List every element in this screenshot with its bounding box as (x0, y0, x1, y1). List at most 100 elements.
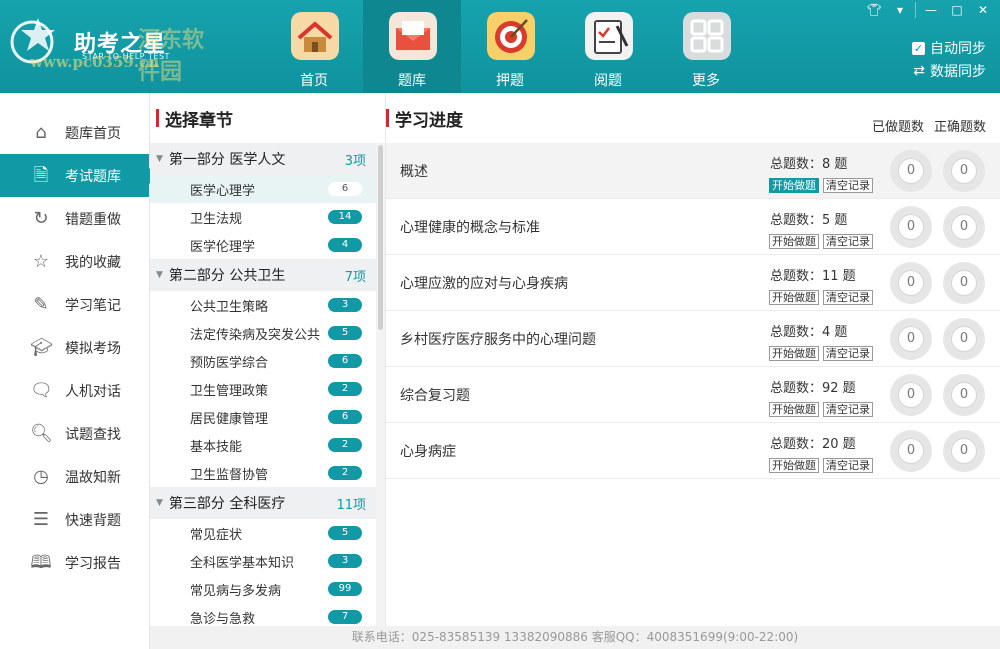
chapter-item[interactable]: 卫生法规 14 (150, 203, 376, 231)
chapter-list: ▼ 第一部分 医学人文 3项 医学心理学 6 卫生法规 14 医学伦理学 4 ▼ 第二部分 … (150, 143, 376, 626)
progress-column-headers: 已做题数 正确题数 (872, 116, 986, 135)
nav-home[interactable]: 首页 (265, 0, 363, 93)
start-practice-button[interactable]: 开始做题 (769, 234, 819, 249)
chapter-item[interactable]: 卫生监督协管 2 (150, 459, 376, 487)
chapter-item[interactable]: 公共卫生策略 3 (150, 291, 376, 319)
chapter-item-label: 急诊与急救 (190, 611, 256, 627)
chapter-item[interactable]: 法定传染病及突发公共 5 (150, 319, 376, 347)
total-questions: 总题数：11 题 (770, 269, 856, 284)
clock-icon: ◷ (33, 465, 49, 487)
total-questions: 总题数：20 题 (770, 437, 856, 452)
chapter-item-label: 医学伦理学 (190, 239, 256, 255)
count-badge: 99 (328, 582, 362, 596)
chapter-item-label: 常见病与多发病 (190, 583, 282, 599)
sidebar-item-label: 题库首页 (65, 125, 121, 142)
chapter-item-label: 预防医学综合 (190, 355, 269, 371)
maximize-icon[interactable]: □ (946, 2, 968, 18)
chapter-item[interactable]: 基本技能 2 (150, 431, 376, 459)
correct-count-value: 0 (951, 214, 977, 240)
collapse-arrow-icon: ▼ (156, 270, 163, 280)
chapter-item[interactable]: 居民健康管理 6 (150, 403, 376, 431)
sidebar-item-report[interactable]: 🕮︎ 学习报告 (0, 541, 149, 584)
sidebar-item-label: 学习笔记 (65, 297, 121, 314)
edit-icon: ✎ (33, 293, 49, 315)
correct-count-circle: 0 (943, 374, 985, 416)
progress-row: 心身病症 总题数：20 题 开始做题 清空记录 0 0 (386, 423, 1000, 479)
done-count-circle: 0 (890, 262, 932, 304)
start-practice-button[interactable]: 开始做题 (769, 178, 819, 193)
progress-row: 乡村医疗医疗服务中的心理问题 总题数：4 题 开始做题 清空记录 0 0 (386, 311, 1000, 367)
nav-review-label: 阅题 (594, 73, 622, 89)
chapter-item[interactable]: 预防医学综合 6 (150, 347, 376, 375)
sidebar-item-review[interactable]: ◷ 温故知新 (0, 455, 149, 498)
clear-record-button[interactable]: 清空记录 (823, 290, 873, 305)
clipboard-icon (585, 12, 633, 60)
nav-review[interactable]: 阅题 (559, 0, 657, 93)
sidebar-item-notes[interactable]: ✎ 学习笔记 (0, 283, 149, 326)
nav-predict[interactable]: 押题 (461, 0, 559, 93)
chapter-item[interactable]: 全科医学基本知识 3 (150, 547, 376, 575)
sidebar-item-exam-bank[interactable]: 🗎︎ 考试题库 (0, 154, 157, 197)
correct-count-circle: 0 (943, 150, 985, 192)
sidebar-item-label: 学习报告 (65, 555, 121, 572)
clear-record-button[interactable]: 清空记录 (823, 402, 873, 417)
done-count-circle: 0 (890, 150, 932, 192)
scrollbar-thumb[interactable] (378, 145, 383, 330)
sidebar-item-mock-exam[interactable]: 🎓︎ 模拟考场 (0, 326, 149, 369)
sidebar-item-favorites[interactable]: ☆ 我的收藏 (0, 240, 149, 283)
start-practice-button[interactable]: 开始做题 (769, 290, 819, 305)
chapter-part-header[interactable]: ▼ 第三部分 全科医疗 11项 (150, 487, 376, 519)
grid-icon (683, 12, 731, 60)
chapter-item[interactable]: 卫生管理政策 2 (150, 375, 376, 403)
checkbox-icon[interactable]: ✓ (912, 41, 925, 55)
count-badge: 6 (328, 182, 362, 196)
shirt-icon[interactable]: 👕︎ (863, 2, 885, 18)
sidebar-item-label: 错题重做 (65, 211, 121, 228)
document-icon: 🗎︎ (33, 164, 49, 186)
nav-question-bank[interactable]: 题库 (363, 0, 461, 93)
chapter-item[interactable]: 医学伦理学 4 (150, 231, 376, 259)
sync-icon: ⇄ (913, 63, 925, 79)
chapter-item[interactable]: 常见病与多发病 99 (150, 575, 376, 603)
chapter-panel-title: 选择章节 (150, 93, 385, 143)
sidebar-item-label: 快速背题 (65, 512, 121, 529)
chapter-part-header[interactable]: ▼ 第二部分 公共卫生 7项 (150, 259, 376, 291)
chapter-item-label: 法定传染病及突发公共 (190, 327, 321, 343)
menu-dropdown-icon[interactable]: ▾ (889, 2, 911, 18)
correct-count-header: 正确题数 (933, 120, 986, 135)
start-practice-button[interactable]: 开始做题 (769, 346, 819, 361)
clear-record-button[interactable]: 清空记录 (823, 234, 873, 249)
nav-more[interactable]: 更多 (657, 0, 755, 93)
sidebar-item-quick-memorize[interactable]: ☰ 快速背题 (0, 498, 149, 541)
clear-record-button[interactable]: 清空记录 (823, 346, 873, 361)
refresh-icon: ↻ (33, 207, 49, 229)
chapter-part-header[interactable]: ▼ 第一部分 医学人文 3项 (150, 143, 376, 175)
nav-more-label: 更多 (692, 73, 720, 89)
clear-record-button[interactable]: 清空记录 (823, 178, 873, 193)
progress-row: 心理健康的概念与标准 总题数：5 题 开始做题 清空记录 0 0 (386, 199, 1000, 255)
sidebar-item-search[interactable]: 🔍︎ 试题查找 (0, 412, 149, 455)
sidebar-item-wrong-redo[interactable]: ↻ 错题重做 (0, 197, 149, 240)
clear-record-button[interactable]: 清空记录 (823, 458, 873, 473)
sidebar-item-label: 试题查找 (65, 426, 121, 443)
total-questions: 总题数：4 题 (770, 325, 848, 340)
chapter-item[interactable]: 常见症状 5 (150, 519, 376, 547)
start-practice-button[interactable]: 开始做题 (769, 458, 819, 473)
data-sync-label: 数据同步 (930, 64, 986, 80)
sidebar-item-bank-home[interactable]: ⌂ 题库首页 (0, 111, 149, 154)
correct-count-circle: 0 (943, 206, 985, 248)
auto-sync-toggle[interactable]: ✓ 自动同步 (912, 38, 986, 58)
count-badge: 2 (328, 438, 362, 452)
close-icon[interactable]: ✕ (972, 2, 994, 18)
minimize-icon[interactable]: — (920, 2, 942, 18)
start-practice-button[interactable]: 开始做题 (769, 402, 819, 417)
data-sync-button[interactable]: ⇄ 数据同步 (913, 61, 986, 81)
chapter-item-label: 全科医学基本知识 (190, 555, 295, 571)
count-badge: 5 (328, 526, 362, 540)
chapter-item[interactable]: 医学心理学 6 (150, 175, 376, 203)
chapter-scrollbar[interactable] (376, 143, 385, 626)
chapter-title-text: 选择章节 (165, 110, 233, 131)
chapter-item[interactable]: 急诊与急救 7 (150, 603, 376, 626)
sidebar-item-dialogue[interactable]: 🗨︎ 人机对话 (0, 369, 149, 412)
part-name: 第三部分 全科医疗 (168, 496, 286, 512)
